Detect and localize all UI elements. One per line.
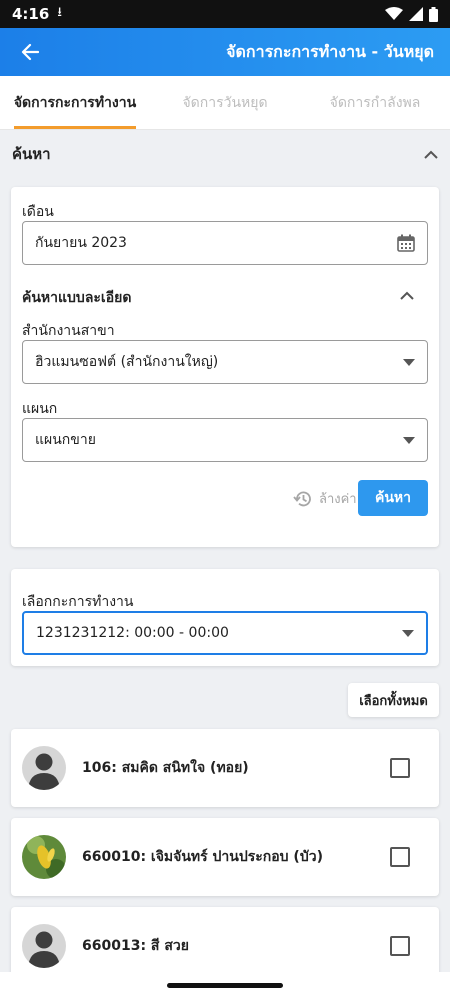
search-button[interactable]: ค้นหา <box>358 480 428 516</box>
search-section-header[interactable]: ค้นหา <box>0 130 450 178</box>
tab-holiday-management[interactable]: จัดการวันหยุด <box>150 76 300 129</box>
clear-label: ล้างค่า <box>319 492 357 507</box>
avatar <box>22 746 66 790</box>
battery-icon <box>429 6 438 22</box>
branch-value: ฮิวแมนซอฟต์ (สำนักงานใหญ่) <box>35 354 219 370</box>
page-title: จัดการกะการทำงาน - วันหยุด <box>226 41 434 61</box>
chevron-up-icon[interactable] <box>424 150 438 159</box>
department-select[interactable]: แผนกขาย <box>22 418 428 462</box>
filter-card: เดือน กันยายน 2023 ค้นหาแบบละเอียด สำนัก… <box>11 187 439 547</box>
branch-select[interactable]: ฮิวแมนซอฟต์ (สำนักงานใหญ่) <box>22 340 428 384</box>
clear-button[interactable]: ล้างค่า <box>293 488 357 509</box>
signal-icon <box>409 7 423 21</box>
status-bar: 4:16 ⭳ <box>0 0 450 28</box>
employee-name: 660010: เจิมจันทร์ ปานประกอบ (บัว) <box>82 849 323 865</box>
department-label: แผนก <box>22 401 58 417</box>
dropdown-arrow-icon <box>402 629 414 637</box>
navigation-bar <box>0 972 450 1000</box>
detail-search-title: ค้นหาแบบละเอียด <box>22 290 132 306</box>
shift-value: 1231231212: 00:00 - 00:00 <box>36 625 229 641</box>
calendar-icon[interactable] <box>397 234 415 252</box>
department-value: แผนกขาย <box>35 432 96 448</box>
back-arrow-icon <box>21 43 39 61</box>
search-section-title: ค้นหา <box>12 145 51 163</box>
chevron-up-icon[interactable] <box>400 291 414 300</box>
person-placeholder-icon <box>22 746 66 790</box>
employee-name: 106: สมคิด สนิทใจ (ทอย) <box>82 760 249 776</box>
download-icon: ⭳ <box>57 5 62 20</box>
shift-card: เลือกกะการทำงาน 1231231212: 00:00 - 00:0… <box>11 569 439 666</box>
employee-checkbox[interactable] <box>390 936 410 956</box>
wifi-icon <box>385 7 403 20</box>
select-all-button[interactable]: เลือกทั้งหมด <box>348 683 439 717</box>
employee-checkbox[interactable] <box>390 847 410 867</box>
photo-avatar-icon <box>22 835 66 879</box>
employee-checkbox[interactable] <box>390 758 410 778</box>
dropdown-arrow-icon <box>403 436 415 444</box>
status-time: 4:16 <box>12 5 50 23</box>
employee-row[interactable]: 106: สมคิด สนิทใจ (ทอย) <box>11 729 439 807</box>
back-button[interactable] <box>16 38 44 66</box>
employee-name: 660013: สี สวย <box>82 938 189 954</box>
app-bar: จัดการกะการทำงาน - วันหยุด <box>0 28 450 76</box>
month-picker[interactable]: กันยายน 2023 <box>22 221 428 265</box>
person-placeholder-icon <box>22 924 66 968</box>
history-icon <box>293 491 311 506</box>
shift-label: เลือกกะการทำงาน <box>22 594 134 610</box>
tab-workforce-management[interactable]: จัดการกำลังพล <box>300 76 450 129</box>
avatar <box>22 835 66 879</box>
avatar <box>22 924 66 968</box>
dropdown-arrow-icon <box>403 358 415 366</box>
tab-bar: จัดการกะการทำงาน จัดการวันหยุด จัดการกำล… <box>0 76 450 130</box>
month-value: กันยายน 2023 <box>35 235 127 251</box>
month-label: เดือน <box>22 204 54 220</box>
shift-select[interactable]: 1231231212: 00:00 - 00:00 <box>22 611 428 655</box>
employee-row[interactable]: 660010: เจิมจันทร์ ปานประกอบ (บัว) <box>11 818 439 896</box>
branch-label: สำนักงานสาขา <box>22 323 115 339</box>
home-gesture-handle[interactable] <box>167 983 283 988</box>
status-icons <box>385 6 438 22</box>
tab-shift-management[interactable]: จัดการกะการทำงาน <box>0 76 150 129</box>
